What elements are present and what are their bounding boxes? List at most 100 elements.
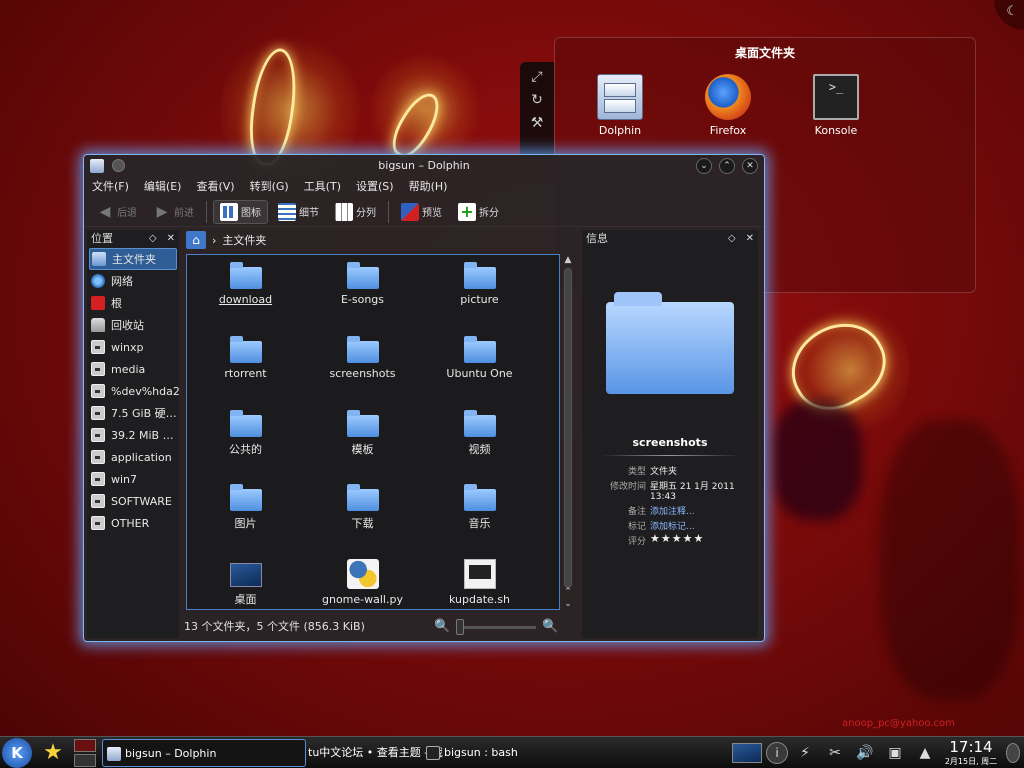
tray-expand-icon[interactable]: ▲ xyxy=(912,740,938,766)
back-button[interactable]: ◀ 后退 xyxy=(90,200,143,224)
desktop-pager[interactable] xyxy=(74,739,96,767)
place-application[interactable]: application xyxy=(87,446,179,468)
wallpaper-shadow xyxy=(880,420,1020,700)
panel-toolbox-icon[interactable] xyxy=(1006,743,1020,763)
file-item-screenshots[interactable]: screenshots xyxy=(304,333,421,407)
place-root[interactable]: 根 xyxy=(87,292,179,314)
columns-view-button[interactable]: 分列 xyxy=(329,200,382,224)
file-item-download[interactable]: download xyxy=(187,259,304,333)
pager-desktop-2[interactable] xyxy=(74,754,96,767)
clock[interactable]: 17:14 2月15日, 周二 xyxy=(940,738,1002,767)
device-notifier-icon[interactable]: ▣ xyxy=(882,740,908,766)
zoom-slider-handle[interactable] xyxy=(456,618,465,635)
rating-stars[interactable]: ★★★★★ xyxy=(650,533,758,547)
add-tags-link[interactable]: 添加标记... xyxy=(650,519,758,532)
float-panel-icon[interactable]: ◇ xyxy=(149,230,157,248)
menu-tools[interactable]: 工具(T) xyxy=(304,177,341,197)
icons-view-button[interactable]: 图标 xyxy=(213,199,268,224)
place-other[interactable]: OTHER xyxy=(87,512,179,534)
zoom-in-icon[interactable]: 🔍 xyxy=(542,617,558,637)
zoom-out-icon[interactable]: 🔍 xyxy=(434,617,450,637)
plasma-widget-handle[interactable]: ⤢ ↻ ⚒ xyxy=(520,62,554,158)
folder-icon xyxy=(463,262,496,289)
arrow-left-icon: ◀ xyxy=(99,203,111,220)
scroll-up-icon[interactable]: ⌃ xyxy=(562,586,574,598)
place-39mib[interactable]: 39.2 MiB … xyxy=(87,424,179,446)
scissors-icon[interactable]: ✂ xyxy=(822,740,848,766)
close-button[interactable]: ✕ xyxy=(742,158,758,174)
desktop-item-dolphin[interactable]: Dolphin xyxy=(585,74,655,137)
file-item-picture[interactable]: picture xyxy=(421,259,538,333)
wrench-icon[interactable]: ⚒ xyxy=(520,115,554,131)
file-item-kupdate[interactable]: kupdate.sh xyxy=(421,555,538,609)
task-dolphin[interactable]: bigsun – Dolphin xyxy=(102,739,306,767)
menu-edit[interactable]: 编辑(E) xyxy=(144,177,182,197)
plasma-cashew-icon[interactable]: ☾ xyxy=(994,0,1024,30)
close-panel-icon[interactable]: ✕ xyxy=(167,230,175,248)
place-winxp[interactable]: winxp xyxy=(87,336,179,358)
volume-icon[interactable]: 🔊 xyxy=(852,740,878,766)
details-view-icon xyxy=(278,202,296,221)
home-icon[interactable]: ⌂ xyxy=(186,231,206,249)
menu-go[interactable]: 转到(G) xyxy=(250,177,289,197)
menu-view[interactable]: 查看(V) xyxy=(196,177,234,197)
file-name: 下载 xyxy=(351,517,374,530)
maximize-button[interactable]: ⌃ xyxy=(719,158,735,174)
place-7gib[interactable]: 7.5 GiB 硬… xyxy=(87,402,179,424)
task-konsole[interactable]: bigsun : bash xyxy=(422,739,602,767)
desktop-item-konsole[interactable]: >_ Konsole xyxy=(801,74,871,137)
place-software[interactable]: SOFTWARE xyxy=(87,490,179,512)
file-item-pictures[interactable]: 图片 xyxy=(187,481,304,555)
place-trash[interactable]: 回收站 xyxy=(87,314,179,336)
file-item-templates[interactable]: 模板 xyxy=(304,407,421,481)
file-item-gnome-wall[interactable]: gnome-wall.py xyxy=(304,555,421,609)
minimize-button[interactable]: ⌄ xyxy=(696,158,712,174)
file-name: picture xyxy=(460,293,499,306)
add-comment-link[interactable]: 添加注释... xyxy=(650,504,758,517)
file-item-music[interactable]: 音乐 xyxy=(421,481,538,555)
zoom-slider[interactable] xyxy=(456,618,537,635)
vertical-scrollbar[interactable]: ▲ ⌃ ⌄ xyxy=(562,254,574,610)
window-titlebar[interactable]: bigsun – Dolphin ⌄ ⌃ ✕ xyxy=(84,155,764,177)
icons-view[interactable]: download E-songs picture rtorrent screen… xyxy=(186,254,560,610)
info-icon[interactable]: i xyxy=(766,742,788,764)
scroll-track[interactable] xyxy=(564,266,572,588)
place-home[interactable]: 主文件夹 xyxy=(89,248,177,270)
rotate-icon[interactable]: ↻ xyxy=(520,92,554,108)
place-win7[interactable]: win7 xyxy=(87,468,179,490)
dolphin-app-icon[interactable] xyxy=(90,159,104,173)
kde-menu-button[interactable]: K xyxy=(2,738,32,768)
preview-button[interactable]: 预览 xyxy=(395,200,448,224)
desktop-item-firefox[interactable]: Firefox xyxy=(693,74,763,137)
close-panel-icon[interactable]: ✕ xyxy=(746,230,754,248)
resize-icon[interactable]: ⤢ xyxy=(520,69,554,85)
forward-button[interactable]: ▶ 前进 xyxy=(147,200,200,224)
pin-icon[interactable] xyxy=(112,159,125,172)
place-media[interactable]: media xyxy=(87,358,179,380)
file-item-e-songs[interactable]: E-songs xyxy=(304,259,421,333)
menu-help[interactable]: 帮助(H) xyxy=(409,177,448,197)
scroll-thumb[interactable] xyxy=(564,268,572,588)
file-name: gnome-wall.py xyxy=(322,593,403,606)
show-desktop-icon[interactable] xyxy=(732,743,762,763)
file-item-videos[interactable]: 视频 xyxy=(421,407,538,481)
menu-file[interactable]: 文件(F) xyxy=(92,177,129,197)
file-item-desktop[interactable]: 桌面 xyxy=(187,555,304,609)
file-item-ubuntu-one[interactable]: Ubuntu One xyxy=(421,333,538,407)
breadcrumb-current[interactable]: 主文件夹 xyxy=(222,232,266,248)
split-button[interactable]: + 拆分 xyxy=(452,200,505,224)
place-hda2[interactable]: %dev%hda2 xyxy=(87,380,179,402)
details-view-button[interactable]: 细节 xyxy=(272,200,325,224)
float-panel-icon[interactable]: ◇ xyxy=(728,230,736,248)
star-icon[interactable]: ★ xyxy=(38,739,68,767)
scroll-up-icon[interactable]: ▲ xyxy=(562,254,574,266)
file-item-downloads[interactable]: 下载 xyxy=(304,481,421,555)
scroll-down-icon[interactable]: ⌄ xyxy=(562,598,574,610)
drive-icon xyxy=(91,340,105,354)
network-manager-icon[interactable]: ⚡ xyxy=(792,740,818,766)
place-network[interactable]: 网络 xyxy=(87,270,179,292)
file-item-rtorrent[interactable]: rtorrent xyxy=(187,333,304,407)
menu-settings[interactable]: 设置(S) xyxy=(356,177,394,197)
pager-desktop-1[interactable] xyxy=(74,739,96,752)
file-item-public[interactable]: 公共的 xyxy=(187,407,304,481)
